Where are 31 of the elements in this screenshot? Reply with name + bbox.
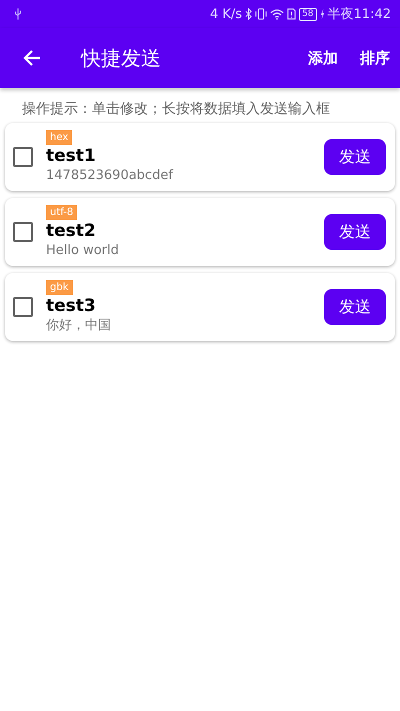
wifi-icon — [270, 8, 284, 20]
item-data: 你好，中国 — [46, 317, 111, 334]
send-button[interactable]: 发送 — [324, 214, 386, 250]
item-data: 1478523690abcdef — [46, 167, 173, 184]
item-name: test3 — [46, 295, 96, 317]
charging-icon — [320, 9, 325, 19]
hint-text: 操作提示：单击修改；长按将数据填入发送输入框 — [21, 100, 331, 119]
sort-button[interactable]: 排序 — [354, 44, 396, 72]
network-speed: 4 K/s — [210, 6, 242, 22]
checkbox[interactable] — [13, 147, 33, 167]
item-name: test1 — [46, 145, 96, 167]
encoding-tag: utf-8 — [46, 205, 78, 220]
checkbox[interactable] — [13, 297, 33, 317]
list-card[interactable]: utf-8 test2 Hello world 发送 — [5, 198, 395, 266]
sim-icon — [287, 8, 296, 20]
encoding-tag: gbk — [46, 280, 72, 295]
add-button[interactable]: 添加 — [302, 44, 344, 72]
list-card[interactable]: gbk test3 你好，中国 发送 — [5, 273, 395, 341]
battery-level: 58 — [299, 8, 317, 20]
list-card[interactable]: hex test1 1478523690abcdef 发送 — [5, 123, 395, 191]
usb-icon — [14, 8, 22, 20]
vibrate-icon — [255, 8, 268, 20]
item-name: test2 — [46, 220, 96, 242]
screen-title: 快捷发送 — [81, 44, 162, 72]
send-button[interactable]: 发送 — [324, 289, 386, 325]
checkbox[interactable] — [13, 222, 33, 242]
encoding-tag: hex — [46, 130, 72, 145]
send-button[interactable]: 发送 — [324, 139, 386, 175]
item-data: Hello world — [46, 242, 119, 259]
bluetooth-icon — [245, 8, 252, 20]
clock: 半夜11:42 — [328, 6, 391, 23]
